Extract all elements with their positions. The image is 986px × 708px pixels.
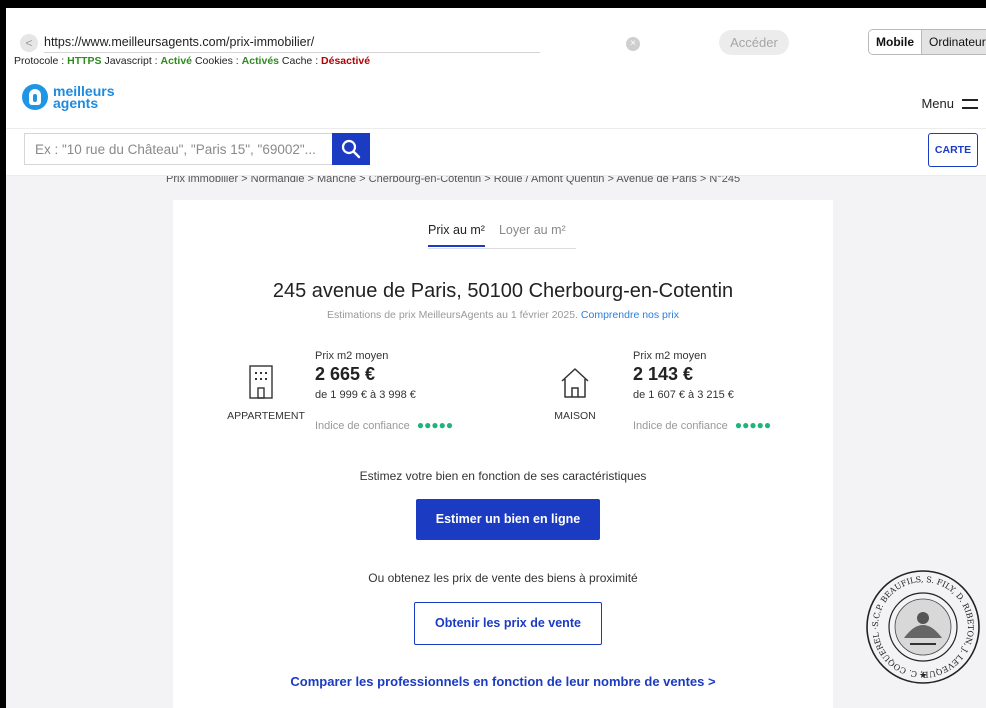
- url-bar[interactable]: https://www.meilleursagents.com/prix-imm…: [44, 35, 314, 49]
- page-content: Prix immobilier > Normandie > Manche > C…: [6, 176, 986, 708]
- nearby-prompt: Ou obtenez les prix de vente des biens à…: [368, 571, 638, 585]
- house-price-range: de 1 607 € à 3 215 €: [633, 389, 734, 401]
- search-icon: [341, 139, 361, 159]
- estimate-prompt: Estimez votre bien en fonction de ses ca…: [359, 469, 647, 483]
- get-sale-prices-button[interactable]: Obtenir les prix de vente: [414, 602, 602, 645]
- hamburger-icon: [962, 98, 978, 109]
- menu-label: Menu: [921, 96, 954, 111]
- tab-loyer-m2[interactable]: Loyer au m²: [499, 223, 566, 247]
- compare-professionals-link[interactable]: Comparer les professionnels en fonction …: [173, 674, 833, 689]
- page-title: 245 avenue de Paris, 50100 Cherbourg-en-…: [272, 280, 734, 302]
- menu-button[interactable]: Menu: [921, 96, 978, 111]
- apartment-confidence-dots: ●●●●●: [416, 418, 454, 432]
- cookies-label: Cookies :: [194, 55, 239, 67]
- house-confidence: Indice de confiance ●●●●●: [633, 418, 771, 432]
- search-input[interactable]: [24, 133, 334, 165]
- tabs-divider: [428, 248, 576, 249]
- search-bar: CARTE: [6, 128, 986, 176]
- price-card: Prix au m² Loyer au m² 245 avenue de Par…: [173, 200, 833, 708]
- view-desktop-button[interactable]: Ordinateur: [921, 30, 986, 54]
- map-button[interactable]: CARTE: [928, 133, 978, 167]
- go-button[interactable]: Accéder: [719, 30, 789, 55]
- back-button[interactable]: <: [20, 34, 38, 52]
- house-price-value: 2 143 €: [633, 364, 694, 384]
- cache-label: Cache :: [281, 55, 319, 67]
- apartment-confidence: Indice de confiance ●●●●●: [315, 418, 453, 432]
- apartment-price-value: 2 665 €: [315, 364, 376, 384]
- status-row: Protocole : HTTPS Javascript : Activé Co…: [14, 55, 370, 67]
- url-underline: [44, 52, 540, 53]
- clear-url-icon[interactable]: ×: [626, 37, 640, 51]
- screenshot-frame: < https://www.meilleursagents.com/prix-i…: [6, 8, 986, 708]
- house-price-label: Prix m2 moyen: [633, 350, 707, 362]
- breadcrumb[interactable]: Prix immobilier > Normandie > Manche > C…: [166, 176, 846, 187]
- estimate-online-button[interactable]: Estimer un bien en ligne: [416, 499, 600, 540]
- apartment-label: APPARTEMENT: [227, 410, 305, 422]
- logo[interactable]: meilleurs agents: [22, 84, 114, 110]
- house-label: MAISON: [554, 410, 596, 422]
- cookies-value: Activés: [241, 55, 279, 67]
- view-toggle: Mobile Ordinateur: [868, 29, 986, 55]
- house-confidence-label: Indice de confiance: [633, 420, 728, 432]
- logo-text: meilleurs agents: [53, 84, 114, 110]
- search-button[interactable]: [332, 133, 370, 165]
- cache-value: Désactivé: [321, 55, 371, 67]
- apartment-confidence-label: Indice de confiance: [315, 420, 410, 432]
- building-icon: [249, 365, 273, 399]
- site-header: meilleurs agents Menu: [6, 82, 986, 128]
- protocole-value: HTTPS: [67, 55, 102, 67]
- javascript-value: Activé: [160, 55, 193, 67]
- estimate-date: Estimations de prix MeilleursAgents au 1…: [173, 309, 833, 321]
- javascript-label: Javascript :: [104, 55, 158, 67]
- price-tabs: Prix au m² Loyer au m²: [428, 223, 580, 247]
- house-icon: [561, 368, 589, 398]
- house-confidence-dots: ●●●●●: [734, 418, 772, 432]
- apartment-price-range: de 1 999 € à 3 998 €: [315, 389, 416, 401]
- chevron-right-icon: >: [707, 674, 716, 689]
- apartment-price-label: Prix m2 moyen: [315, 350, 389, 362]
- view-mobile-button[interactable]: Mobile: [869, 30, 921, 54]
- browser-chrome: < https://www.meilleursagents.com/prix-i…: [6, 8, 986, 82]
- compare-link-text: Comparer les professionnels en fonction …: [290, 674, 705, 689]
- logo-icon: [22, 84, 48, 110]
- subtitle-text: Estimations de prix MeilleursAgents au 1…: [327, 309, 578, 321]
- protocole-label: Protocole :: [14, 55, 65, 67]
- tab-prix-m2[interactable]: Prix au m²: [428, 223, 485, 247]
- bailiff-seal: ★ S.C.P. BEAUFILS, S. FILY, D. RIBETON, …: [864, 568, 980, 684]
- understand-prices-link[interactable]: Comprendre nos prix: [581, 309, 679, 321]
